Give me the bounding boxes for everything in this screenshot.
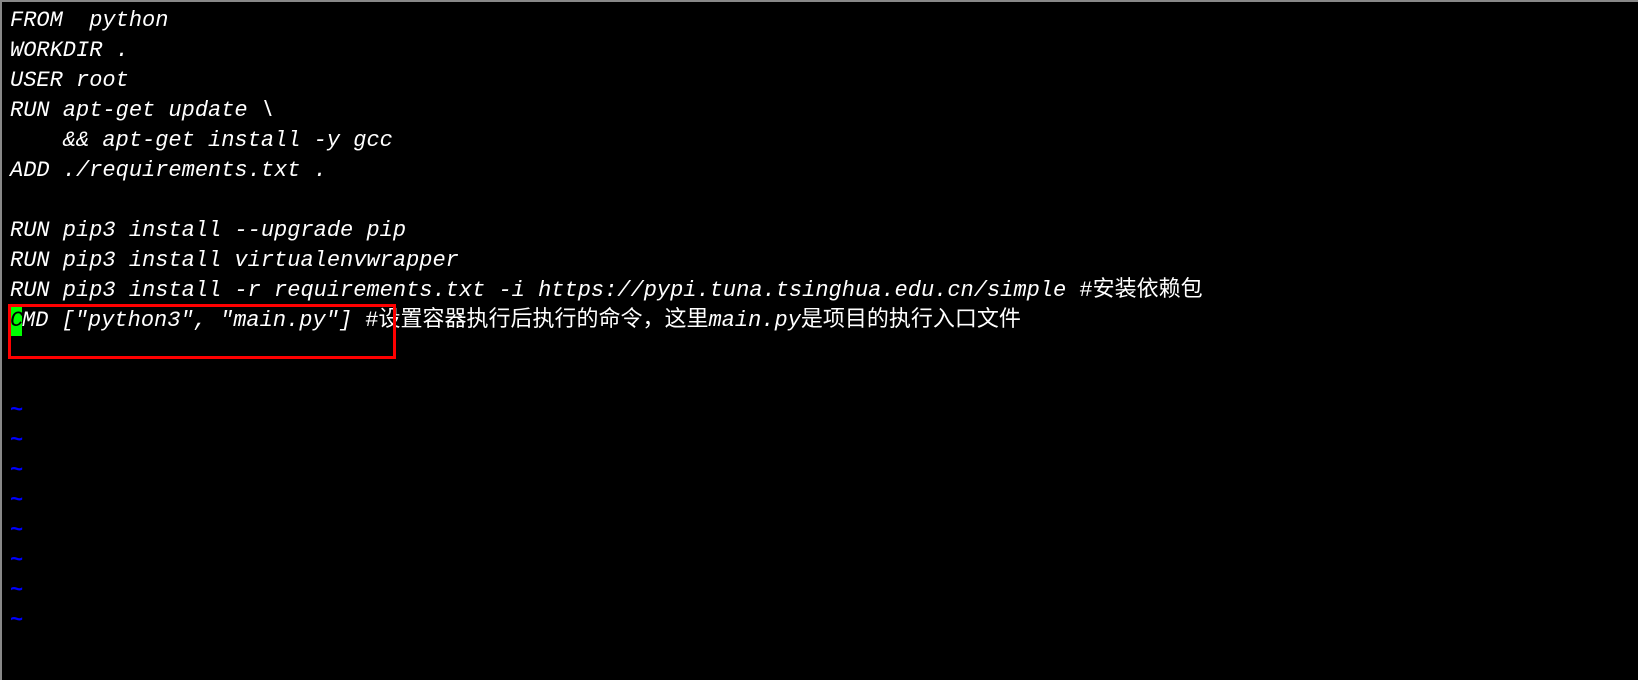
code-text: RUN pip3 install -r requirements.txt -i … — [10, 278, 1079, 303]
code-line-4[interactable]: RUN apt-get update \ — [10, 96, 1630, 126]
comment-text: #设置容器执行后执行的命令，这里main.py是项目的执行入口文件 — [365, 308, 1021, 333]
code-line-5[interactable]: && apt-get install -y gcc — [10, 126, 1630, 156]
code-line-7[interactable] — [10, 186, 1630, 216]
code-line-6[interactable]: ADD ./requirements.txt . — [10, 156, 1630, 186]
vim-tilde-line: ~ — [10, 516, 1630, 546]
code-line-3[interactable]: USER root — [10, 66, 1630, 96]
cursor: C — [10, 306, 22, 336]
vim-tilde-line: ~ — [10, 606, 1630, 636]
code-line-8[interactable]: RUN pip3 install --upgrade pip — [10, 216, 1630, 246]
code-text: MD ["python3", "main.py"] — [22, 308, 365, 333]
empty-line[interactable] — [10, 336, 1630, 366]
code-line-10[interactable]: RUN pip3 install -r requirements.txt -i … — [10, 276, 1630, 306]
vim-tilde-line: ~ — [10, 546, 1630, 576]
empty-line[interactable] — [10, 366, 1630, 396]
code-line-1[interactable]: FROM python — [10, 6, 1630, 36]
vim-tilde-line: ~ — [10, 396, 1630, 426]
code-line-2[interactable]: WORKDIR . — [10, 36, 1630, 66]
vim-tilde-line: ~ — [10, 486, 1630, 516]
code-line-11[interactable]: CMD ["python3", "main.py"] #设置容器执行后执行的命令… — [10, 306, 1630, 336]
vim-tilde-line: ~ — [10, 456, 1630, 486]
comment-text: #安装依赖包 — [1079, 278, 1202, 303]
vim-tilde-line: ~ — [10, 576, 1630, 606]
code-line-9[interactable]: RUN pip3 install virtualenvwrapper — [10, 246, 1630, 276]
vim-tilde-line: ~ — [10, 426, 1630, 456]
